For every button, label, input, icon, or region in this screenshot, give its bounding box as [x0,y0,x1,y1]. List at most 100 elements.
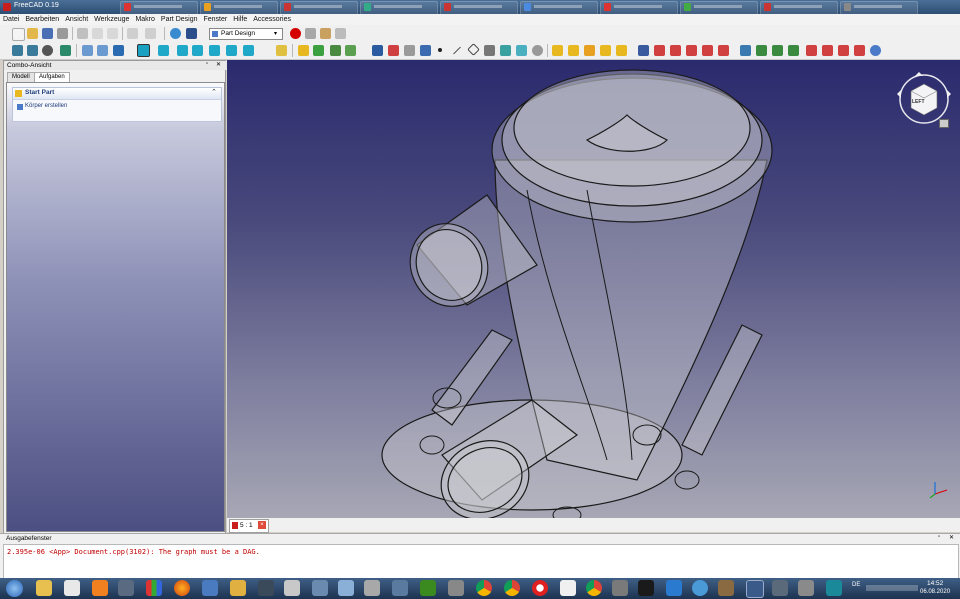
boolean-icon[interactable] [516,45,527,56]
whats-this-icon[interactable] [186,28,197,39]
window-icon[interactable] [392,580,408,596]
close-icon[interactable]: ✕ [949,534,954,541]
close-icon[interactable]: × [258,521,266,529]
folder-icon[interactable] [230,580,246,596]
measure-icon[interactable] [276,45,287,56]
gear-icon[interactable] [772,580,788,596]
screen-icon[interactable] [338,580,354,596]
drive-icon[interactable] [448,580,464,596]
fit-selection-icon[interactable] [27,45,38,56]
menu-werkzeuge[interactable]: Werkzeuge [91,14,132,25]
menu-ansicht[interactable]: Ansicht [62,14,91,25]
model-render[interactable] [227,60,960,518]
groove-icon[interactable] [670,45,681,56]
create-sketch-icon[interactable] [313,45,324,56]
additive-loft-icon[interactable] [584,45,595,56]
boolean-operation-icon[interactable] [870,45,881,56]
subtractive-primitive-icon[interactable] [718,45,729,56]
front-view-icon[interactable] [158,45,169,56]
back-arrow-icon[interactable] [82,45,93,56]
menu-bearbeiten[interactable]: Bearbeiten [22,14,62,25]
navigation-cube[interactable]: LEFT [895,70,953,128]
task-box-header[interactable]: Start Part ⌃ [13,88,221,100]
new-document-icon[interactable] [12,28,25,41]
lcs-icon[interactable] [484,45,495,56]
document-tab[interactable]: 5 : 1 × [229,519,269,533]
clock-date[interactable]: 06.08.2020 [920,589,950,595]
revolution-icon[interactable] [568,45,579,56]
point-icon[interactable] [438,48,442,52]
subtractive-pipe-icon[interactable] [702,45,713,56]
fit-all-icon[interactable] [12,45,23,56]
browser-tab[interactable] [680,1,758,15]
settings-icon[interactable] [612,580,628,596]
tool-icon[interactable] [364,580,380,596]
sub-shape-binder-icon[interactable] [420,45,431,56]
additive-primitive-icon[interactable] [616,45,627,56]
freecad-icon[interactable] [746,580,764,598]
create-body-link[interactable]: Körper erstellen [25,103,67,109]
vscode-icon[interactable] [666,580,682,596]
3d-viewport[interactable]: LEFT [227,60,960,518]
monitor-icon[interactable] [258,580,274,596]
shape-binder-icon[interactable] [404,45,415,56]
firefox-icon[interactable] [174,580,190,596]
output-text-area[interactable]: 2.395e-06 <App> Document.cpp(3102): The … [3,544,959,580]
nav-cube-menu-icon[interactable] [939,119,949,128]
chamfer-icon[interactable] [822,45,833,56]
cut-icon[interactable] [77,28,88,39]
fillet-icon[interactable] [806,45,817,56]
attachment-icon[interactable] [500,45,511,56]
lock-icon[interactable] [284,580,300,596]
thickness-icon[interactable] [854,45,865,56]
workbench-selector[interactable]: Part Design ▾ [209,28,283,40]
menu-part-design[interactable]: Part Design [158,14,201,25]
tool-icon[interactable] [798,580,814,596]
browser-tab[interactable] [520,1,598,15]
record-macro-icon[interactable] [290,28,301,39]
left-view-icon[interactable] [243,45,254,56]
app-grid-icon[interactable] [146,580,162,596]
compound-icon[interactable] [532,45,543,56]
clock-time[interactable]: 14:52 [927,580,943,587]
copy-icon[interactable] [92,28,103,39]
stop-macro-icon[interactable] [305,28,316,39]
draw-style-icon[interactable] [42,45,53,56]
menu-fenster[interactable]: Fenster [200,14,230,25]
additive-pipe-icon[interactable] [600,45,611,56]
browser-tab[interactable] [120,1,198,15]
right-view-icon[interactable] [192,45,203,56]
close-icon[interactable]: ✕ [216,61,221,68]
plane-icon[interactable] [467,43,480,56]
document-icon[interactable] [560,580,576,596]
save-icon[interactable] [42,28,53,39]
browser-tab[interactable] [440,1,518,15]
tray-icons[interactable] [866,585,918,591]
language-indicator[interactable]: DE [852,582,860,588]
arduino-icon[interactable] [826,580,842,596]
subtractive-loft-icon[interactable] [686,45,697,56]
isometric-view-icon[interactable] [137,44,150,57]
browser-tab[interactable] [600,1,678,15]
execute-macro-icon[interactable] [335,28,346,39]
print-icon[interactable] [57,28,68,39]
bottom-view-icon[interactable] [226,45,237,56]
ccleaner-icon[interactable] [692,580,708,596]
float-panel-icon[interactable]: ▫ [938,534,940,540]
open-folder-icon[interactable] [27,28,38,39]
create-part-icon[interactable] [330,45,341,56]
calculator-icon[interactable] [118,580,134,596]
line-icon[interactable] [453,46,461,55]
start-button-icon[interactable] [6,580,23,597]
linear-pattern-icon[interactable] [756,45,767,56]
polar-pattern-icon[interactable] [772,45,783,56]
terminal-icon[interactable] [638,580,654,596]
refresh-icon[interactable] [170,28,181,39]
undo-icon[interactable] [127,28,138,39]
paste-icon[interactable] [107,28,118,39]
menu-accessories[interactable]: Accessories [250,14,294,25]
create-body-icon[interactable] [298,45,309,56]
validate-sketch-icon[interactable] [345,45,356,56]
float-panel-icon[interactable]: ▫ [206,61,208,67]
explorer-icon[interactable] [36,580,52,596]
